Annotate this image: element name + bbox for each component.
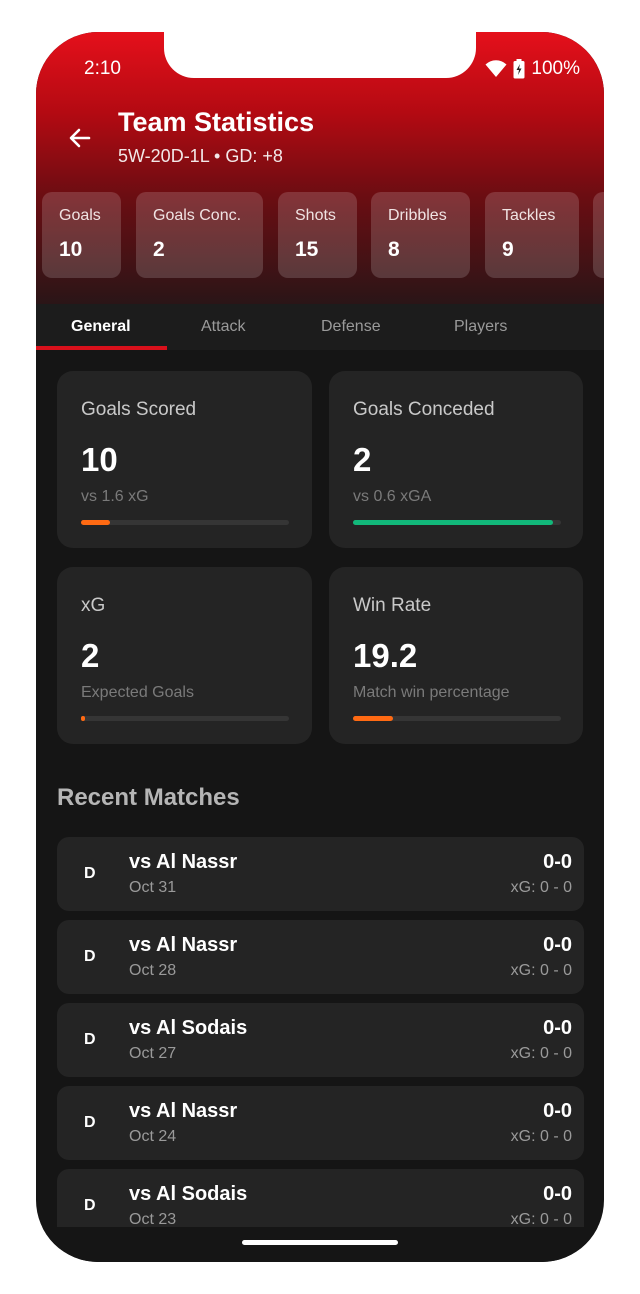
match-row[interactable]: D vs Al Sodais Oct 27 0-0 xG: 0 - 0 (57, 1003, 584, 1077)
match-score: 0-0 (543, 1100, 572, 1122)
phone-screen: 2:10 100% Team Statistics 5W-20D-1L • GD… (36, 32, 604, 1262)
match-score: 0-0 (543, 1183, 572, 1205)
match-result-badge: D (84, 1114, 96, 1131)
match-row[interactable]: D vs Al Nassr Oct 24 0-0 xG: 0 - 0 (57, 1086, 584, 1160)
match-xg: xG: 0 - 0 (510, 879, 572, 896)
match-result-badge: D (84, 1197, 96, 1214)
match-date: Oct 31 (129, 879, 177, 896)
match-row[interactable]: D vs Al Nassr Oct 31 0-0 xG: 0 - 0 (57, 837, 584, 911)
match-opponent: vs Al Sodais (129, 1183, 248, 1205)
match-row[interactable]: D vs Al Nassr Oct 28 0-0 xG: 0 - 0 (57, 920, 584, 994)
match-opponent: vs Al Nassr (129, 851, 238, 873)
match-xg: xG: 0 - 0 (510, 1211, 572, 1227)
match-date: Oct 27 (129, 1045, 177, 1062)
match-score: 0-0 (543, 1017, 572, 1039)
match-date: Oct 28 (129, 962, 177, 979)
match-date: Oct 23 (129, 1211, 177, 1227)
match-date: Oct 24 (129, 1128, 177, 1145)
match-xg: xG: 0 - 0 (510, 1045, 572, 1062)
match-result-badge: D (84, 865, 96, 882)
match-xg: xG: 0 - 0 (510, 1128, 572, 1145)
match-opponent: vs Al Nassr (129, 934, 238, 956)
match-row[interactable]: D vs Al Sodais Oct 23 0-0 xG: 0 - 0 (57, 1169, 584, 1227)
recent-matches-list: D vs Al Nassr Oct 31 0-0 xG: 0 - 0 D vs … (36, 32, 604, 1227)
match-result-badge: D (84, 948, 96, 965)
match-xg: xG: 0 - 0 (510, 962, 572, 979)
home-indicator[interactable] (242, 1240, 398, 1245)
match-score: 0-0 (543, 851, 572, 873)
match-opponent: vs Al Sodais (129, 1017, 248, 1039)
match-opponent: vs Al Nassr (129, 1100, 238, 1122)
match-result-badge: D (84, 1031, 96, 1048)
match-score: 0-0 (543, 934, 572, 956)
